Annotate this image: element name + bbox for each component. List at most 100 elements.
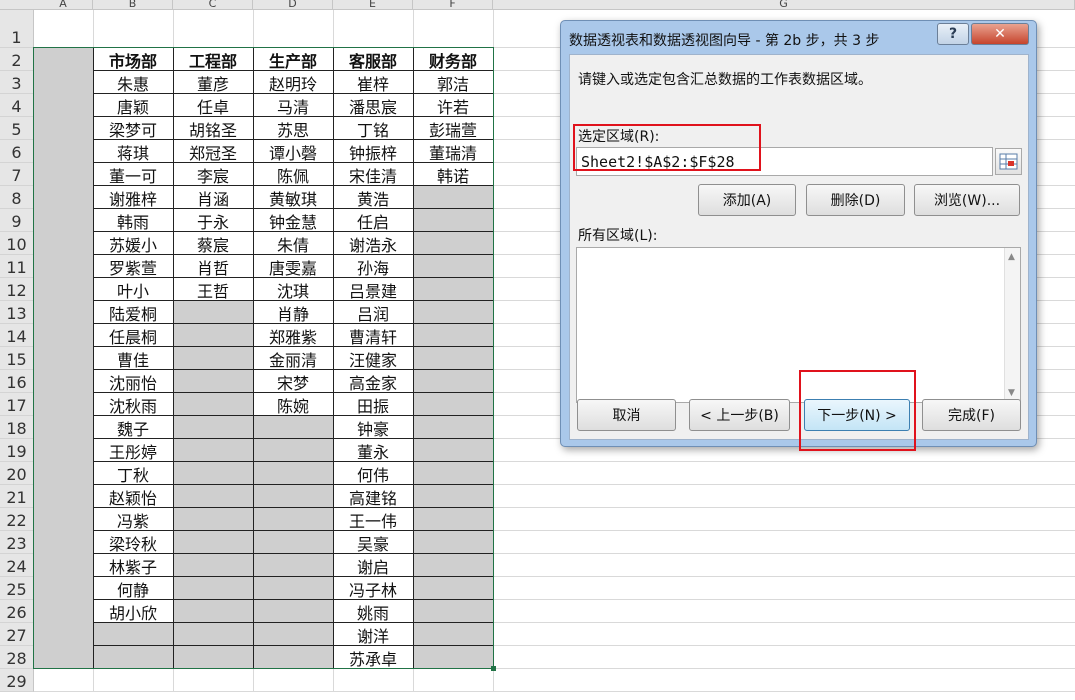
row-header-26[interactable]: 26 xyxy=(0,600,34,623)
table-cell[interactable]: 王彤婷 xyxy=(93,439,173,462)
row-header-25[interactable]: 25 xyxy=(0,577,34,600)
table-cell[interactable]: 彭瑞萱 xyxy=(413,117,493,140)
table-header-cell[interactable]: 工程部 xyxy=(173,48,253,71)
table-cell[interactable]: 黄敏琪 xyxy=(253,186,333,209)
table-cell[interactable]: 曹清轩 xyxy=(333,324,413,347)
table-cell[interactable]: 高金家 xyxy=(333,370,413,393)
table-cell[interactable]: 肖哲 xyxy=(173,255,253,278)
row-header-7[interactable]: 7 xyxy=(0,163,34,186)
table-cell[interactable]: 任启 xyxy=(333,209,413,232)
empty-shaded-cell[interactable] xyxy=(34,508,93,531)
table-cell[interactable]: 黄浩 xyxy=(333,186,413,209)
empty-shaded-cell[interactable] xyxy=(34,163,93,186)
table-cell[interactable]: 胡小欣 xyxy=(93,600,173,623)
column-header-e[interactable]: E xyxy=(333,0,413,10)
table-cell[interactable] xyxy=(413,531,493,554)
column-header-c[interactable]: C xyxy=(173,0,253,10)
table-header-cell[interactable]: 客服部 xyxy=(333,48,413,71)
empty-shaded-cell[interactable] xyxy=(34,439,93,462)
table-cell[interactable]: 赵颖怡 xyxy=(93,485,173,508)
table-cell[interactable] xyxy=(173,416,253,439)
empty-shaded-cell[interactable] xyxy=(34,393,93,416)
table-cell[interactable] xyxy=(253,531,333,554)
table-cell[interactable] xyxy=(413,600,493,623)
table-cell[interactable] xyxy=(253,646,333,669)
table-cell[interactable]: 吴豪 xyxy=(333,531,413,554)
row-header-12[interactable]: 12 xyxy=(0,278,34,301)
row-header-28[interactable]: 28 xyxy=(0,646,34,669)
column-header-f[interactable]: F xyxy=(413,0,493,10)
table-cell[interactable]: 李宸 xyxy=(173,163,253,186)
table-cell[interactable]: 王哲 xyxy=(173,278,253,301)
table-cell[interactable] xyxy=(413,209,493,232)
back-button[interactable]: < 上一步(B) xyxy=(689,399,790,431)
table-cell[interactable]: 陈佩 xyxy=(253,163,333,186)
table-cell[interactable]: 罗紫萱 xyxy=(93,255,173,278)
row-header-11[interactable]: 11 xyxy=(0,255,34,278)
table-cell[interactable] xyxy=(173,577,253,600)
table-cell[interactable]: 赵明玲 xyxy=(253,71,333,94)
table-cell[interactable]: 谢启 xyxy=(333,554,413,577)
table-cell[interactable]: 魏子 xyxy=(93,416,173,439)
table-cell[interactable]: 董彦 xyxy=(173,71,253,94)
table-header-cell[interactable]: 财务部 xyxy=(413,48,493,71)
row-header-16[interactable]: 16 xyxy=(0,370,34,393)
table-cell[interactable] xyxy=(173,324,253,347)
table-cell[interactable]: 冯子林 xyxy=(333,577,413,600)
column-header-d[interactable]: D xyxy=(253,0,333,10)
browse-button[interactable]: 浏览(W)... xyxy=(914,184,1020,216)
table-header-cell[interactable]: 市场部 xyxy=(93,48,173,71)
table-cell[interactable] xyxy=(413,301,493,324)
row-header-4[interactable]: 4 xyxy=(0,94,34,117)
table-cell[interactable]: 于永 xyxy=(173,209,253,232)
table-cell[interactable] xyxy=(413,278,493,301)
table-cell[interactable] xyxy=(413,370,493,393)
table-cell[interactable] xyxy=(173,301,253,324)
empty-shaded-cell[interactable] xyxy=(34,48,93,71)
table-cell[interactable]: 丁秋 xyxy=(93,462,173,485)
row-header-14[interactable]: 14 xyxy=(0,324,34,347)
table-cell[interactable]: 钟豪 xyxy=(333,416,413,439)
empty-shaded-cell[interactable] xyxy=(34,347,93,370)
table-cell[interactable]: 苏思 xyxy=(253,117,333,140)
table-cell[interactable] xyxy=(413,255,493,278)
table-cell[interactable]: 董瑞清 xyxy=(413,140,493,163)
row-header-17[interactable]: 17 xyxy=(0,393,34,416)
table-cell[interactable] xyxy=(253,508,333,531)
table-cell[interactable] xyxy=(173,485,253,508)
empty-shaded-cell[interactable] xyxy=(34,531,93,554)
table-cell[interactable]: 梁梦可 xyxy=(93,117,173,140)
cancel-button[interactable]: 取消 xyxy=(577,399,676,431)
column-header-g[interactable]: G xyxy=(493,0,1075,10)
table-cell[interactable]: 任卓 xyxy=(173,94,253,117)
table-cell[interactable]: 唐雯嘉 xyxy=(253,255,333,278)
table-cell[interactable] xyxy=(173,623,253,646)
empty-shaded-cell[interactable] xyxy=(34,117,93,140)
table-cell[interactable] xyxy=(93,623,173,646)
table-cell[interactable] xyxy=(413,462,493,485)
table-cell[interactable] xyxy=(413,439,493,462)
table-cell[interactable] xyxy=(173,393,253,416)
table-cell[interactable]: 胡铭圣 xyxy=(173,117,253,140)
table-cell[interactable] xyxy=(253,439,333,462)
row-header-29[interactable]: 29 xyxy=(0,669,34,692)
table-cell[interactable]: 朱惠 xyxy=(93,71,173,94)
empty-shaded-cell[interactable] xyxy=(34,554,93,577)
row-header-22[interactable]: 22 xyxy=(0,508,34,531)
table-cell[interactable]: 韩诺 xyxy=(413,163,493,186)
table-cell[interactable] xyxy=(253,462,333,485)
table-cell[interactable] xyxy=(413,646,493,669)
table-cell[interactable]: 谭小磬 xyxy=(253,140,333,163)
empty-shaded-cell[interactable] xyxy=(34,623,93,646)
table-cell[interactable] xyxy=(413,485,493,508)
row-header-18[interactable]: 18 xyxy=(0,416,34,439)
collapse-dialog-button[interactable] xyxy=(995,148,1022,175)
table-cell[interactable]: 蒋琪 xyxy=(93,140,173,163)
table-cell[interactable]: 沈秋雨 xyxy=(93,393,173,416)
table-cell[interactable]: 汪健家 xyxy=(333,347,413,370)
table-cell[interactable] xyxy=(413,416,493,439)
row-header-3[interactable]: 3 xyxy=(0,71,34,94)
table-cell[interactable] xyxy=(413,393,493,416)
row-header-9[interactable]: 9 xyxy=(0,209,34,232)
fill-handle[interactable] xyxy=(491,666,496,671)
